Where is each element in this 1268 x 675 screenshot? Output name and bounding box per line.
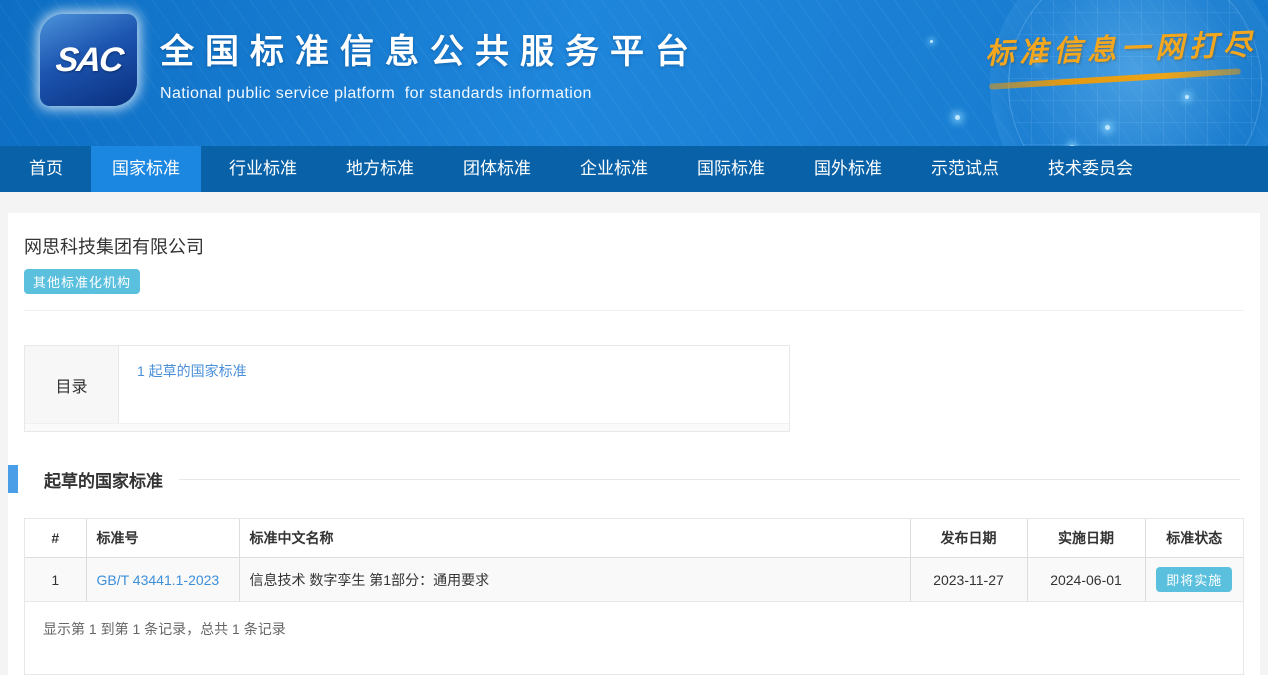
nav-item-international-standards[interactable]: 国际标准 [676, 146, 786, 192]
toc-label: 目录 [25, 346, 119, 423]
nav-item-group-standards[interactable]: 团体标准 [442, 146, 552, 192]
nav-item-industry-standards[interactable]: 行业标准 [208, 146, 318, 192]
section-header: 起草的国家标准 [24, 465, 1244, 493]
col-header-publish-date: 发布日期 [910, 519, 1027, 558]
cell-standard-code: GB/T 43441.1-2023 [86, 558, 239, 602]
content-wrapper: 网思科技集团有限公司 其他标准化机构 目录 1 起草的国家标准 起草的国家标准 [0, 192, 1268, 675]
section-divider-line [179, 479, 1240, 480]
glow-dot [930, 40, 933, 43]
col-header-implement-date: 实施日期 [1027, 519, 1145, 558]
banner-titles: 全国标准信息公共服务平台 National public service pla… [160, 24, 700, 103]
nav-item-local-standards[interactable]: 地方标准 [325, 146, 435, 192]
glow-dot [1185, 95, 1189, 99]
table-row: 1 GB/T 43441.1-2023 信息技术 数字孪生 第1部分：通用要求 … [25, 558, 1243, 602]
toc-panel: 目录 1 起草的国家标准 [24, 345, 790, 432]
table-header-row: # 标准号 标准中文名称 发布日期 实施日期 标准状态 [25, 519, 1243, 558]
status-badge: 即将实施 [1156, 567, 1232, 592]
cell-status: 即将实施 [1145, 558, 1243, 602]
organization-name: 网思科技集团有限公司 [24, 233, 1244, 259]
content-card: 网思科技集团有限公司 其他标准化机构 目录 1 起草的国家标准 起草的国家标准 [8, 213, 1260, 675]
slogan-text: 标准信息一网打尽 [984, 21, 1245, 72]
glow-dot [1105, 125, 1110, 130]
col-header-standard-code: 标准号 [86, 519, 239, 558]
nav-item-technical-committee[interactable]: 技术委员会 [1027, 146, 1154, 192]
toc-footer-strip [25, 423, 789, 431]
sac-logo-text: SAC [54, 41, 124, 80]
glow-dot [1070, 145, 1074, 146]
header-divider [24, 310, 1244, 311]
standard-code-link[interactable]: GB/T 43441.1-2023 [97, 572, 220, 588]
col-header-status: 标准状态 [1145, 519, 1243, 558]
record-count-summary: 显示第 1 到第 1 条记录，总共 1 条记录 [25, 602, 1243, 674]
site-title: 全国标准信息公共服务平台 [160, 24, 700, 73]
toc-link-drafted-standards[interactable]: 1 起草的国家标准 [137, 363, 247, 379]
standards-table-container: # 标准号 标准中文名称 发布日期 实施日期 标准状态 1 GB/T 43 [24, 518, 1244, 675]
page: SAC 全国标准信息公共服务平台 National public service… [0, 0, 1268, 675]
organization-type-badge: 其他标准化机构 [24, 269, 140, 294]
nav-item-national-standards[interactable]: 国家标准 [91, 146, 201, 192]
nav-item-home[interactable]: 首页 [8, 146, 84, 192]
cell-implement-date: 2024-06-01 [1027, 558, 1145, 602]
toc-body: 目录 1 起草的国家标准 [25, 346, 789, 423]
section-marker [8, 465, 18, 493]
col-header-index: # [25, 519, 86, 558]
main-nav: 首页 国家标准 行业标准 地方标准 团体标准 企业标准 国际标准 国外标准 示范… [0, 146, 1268, 192]
glow-dot [955, 115, 960, 120]
banner-slogan: 标准信息一网打尽 [985, 26, 1245, 82]
toc-links: 1 起草的国家标准 [119, 346, 789, 423]
site-subtitle: National public service platform for sta… [160, 85, 700, 103]
standards-table: # 标准号 标准中文名称 发布日期 实施日期 标准状态 1 GB/T 43 [25, 519, 1243, 602]
nav-item-foreign-standards[interactable]: 国外标准 [793, 146, 903, 192]
section-title: 起草的国家标准 [44, 467, 163, 492]
site-banner: SAC 全国标准信息公共服务平台 National public service… [0, 0, 1268, 146]
sac-logo[interactable]: SAC [40, 14, 137, 106]
cell-standard-name: 信息技术 数字孪生 第1部分：通用要求 [239, 558, 910, 602]
cell-index: 1 [25, 558, 86, 602]
col-header-standard-name: 标准中文名称 [239, 519, 910, 558]
cell-publish-date: 2023-11-27 [910, 558, 1027, 602]
nav-item-pilot-demo[interactable]: 示范试点 [910, 146, 1020, 192]
nav-item-enterprise-standards[interactable]: 企业标准 [559, 146, 669, 192]
